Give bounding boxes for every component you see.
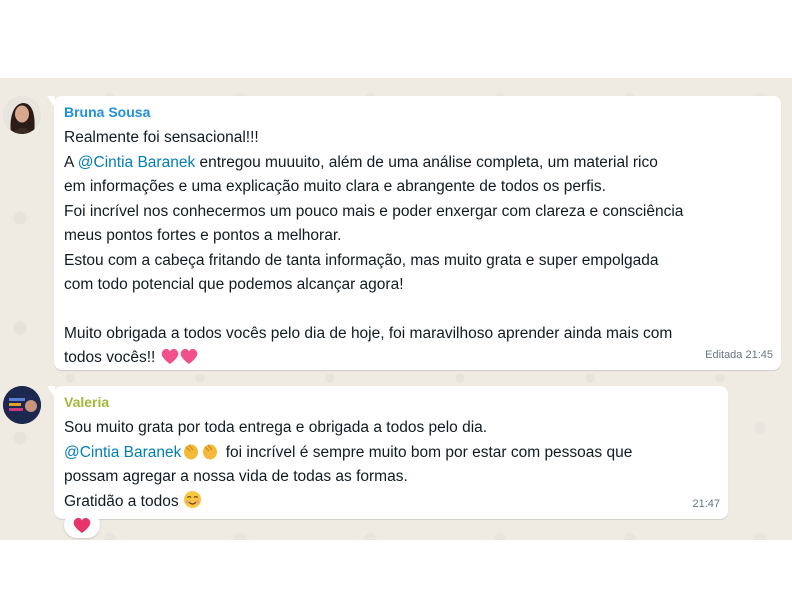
message-bubble-valeria[interactable]: Valeria Sou muito grata por toda entrega… bbox=[47, 386, 728, 519]
avatar-bruna-sousa[interactable] bbox=[3, 96, 41, 134]
message-line: em informações e uma explicação muito cl… bbox=[64, 178, 606, 195]
message-line: meus pontos fortes e pontos a melhorar. bbox=[64, 227, 342, 244]
sender-name[interactable]: Bruna Sousa bbox=[64, 104, 150, 120]
chat-area: Bruna Sousa Realmente foi sensacional!!!… bbox=[0, 78, 792, 540]
avatar-photo-icon bbox=[3, 96, 41, 134]
sender-name[interactable]: Valeria bbox=[64, 394, 109, 410]
message-text: A bbox=[64, 154, 78, 171]
message-line: todos vocês!! bbox=[64, 346, 200, 374]
mention-link[interactable]: @Cintia Baranek bbox=[78, 154, 195, 171]
mention-link[interactable]: @Cintia Baranek bbox=[64, 444, 181, 461]
message-line: Foi incrível nos conhecermos um pouco ma… bbox=[64, 203, 684, 220]
message-bubble-bruna[interactable]: Bruna Sousa Realmente foi sensacional!!!… bbox=[47, 96, 781, 370]
message-text: Gratidão a todos bbox=[64, 493, 183, 510]
smiling-face-icon bbox=[183, 490, 202, 518]
message-line: Sou muito grata por toda entrega e obrig… bbox=[64, 419, 488, 436]
avatar-valeria[interactable] bbox=[3, 386, 41, 424]
reaction-badge[interactable] bbox=[64, 512, 100, 538]
message-timestamp: Editada 21:45 bbox=[705, 349, 773, 361]
message-line: Estou com a cabeça fritando de tanta inf… bbox=[64, 252, 659, 269]
message-line: possam agregar a nossa vida de todas as … bbox=[64, 468, 408, 485]
heart-icon bbox=[73, 517, 91, 533]
message-text: todos vocês!! bbox=[64, 349, 160, 366]
message-text: entregou muuuito, além de uma análise co… bbox=[195, 154, 658, 171]
pink-hearts-icon bbox=[160, 347, 200, 374]
avatar-photo-icon bbox=[3, 386, 41, 424]
message-timestamp: 21:47 bbox=[692, 498, 720, 510]
message-line: Muito obrigada a todos vocês pelo dia de… bbox=[64, 325, 673, 342]
message-line: A @Cintia Baranek entregou muuuito, além… bbox=[64, 151, 658, 176]
message-text: foi incrível é sempre muito bom por esta… bbox=[221, 444, 633, 461]
message-line: Realmente foi sensacional!!! bbox=[64, 129, 259, 146]
message-line: com todo potencial que podemos alcançar … bbox=[64, 276, 404, 293]
